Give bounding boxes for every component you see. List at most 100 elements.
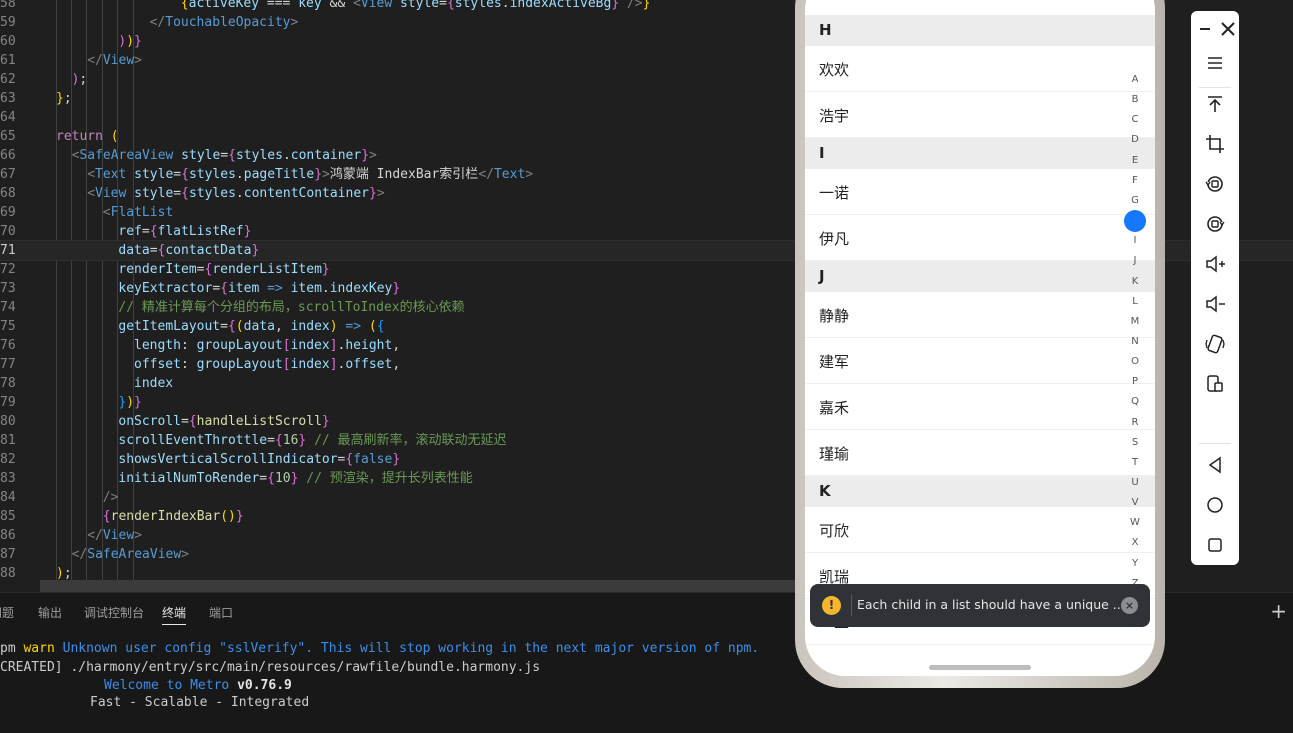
index-letter-e[interactable]: E — [1127, 155, 1143, 166]
line-number: 63 — [0, 91, 16, 106]
index-letter-f[interactable]: F — [1127, 175, 1143, 186]
rotate-right-icon[interactable] — [1203, 212, 1227, 236]
index-letter-l[interactable]: L — [1127, 296, 1143, 307]
index-letter-p[interactable]: P — [1127, 376, 1143, 387]
list-item[interactable]: 伊凡 — [805, 215, 1155, 261]
section-letter: J — [819, 267, 825, 285]
index-letter-i[interactable]: I — [1127, 235, 1143, 246]
index-letter-k[interactable]: K — [1127, 276, 1143, 287]
line-number: 76 — [0, 338, 16, 353]
list-item[interactable]: 瑾瑜 — [805, 430, 1155, 476]
minimize-icon[interactable] — [1194, 17, 1214, 37]
list-item[interactable]: 欢欢 — [805, 46, 1155, 92]
line-number: 72 — [0, 262, 16, 277]
list-item[interactable]: 嘉禾 — [805, 384, 1155, 430]
line-number: 65 — [0, 129, 16, 144]
warning-toast[interactable]: ! Each child in a list should have a uni… — [810, 584, 1150, 627]
tab-terminal[interactable]: 终端 — [162, 604, 187, 625]
rotate-left-icon[interactable] — [1203, 172, 1227, 196]
line-number: 58 — [0, 0, 16, 11]
line-number: 74 — [0, 300, 16, 315]
index-letter-u[interactable]: U — [1127, 477, 1143, 488]
section-letter: I — [819, 144, 825, 162]
list-item[interactable]: 建军 — [805, 338, 1155, 384]
line-number: 71 — [0, 243, 16, 258]
home-icon[interactable] — [1203, 493, 1227, 517]
code-text: length: groupLayout[index].height, — [134, 338, 401, 353]
tab-problems[interactable]: 问题 — [0, 604, 14, 621]
home-indicator[interactable] — [929, 665, 1031, 670]
index-letter-c[interactable]: C — [1127, 114, 1143, 125]
terminal-warn-message: Unknown user config "sslVerify". This wi… — [62, 641, 760, 656]
contact-list[interactable]: H欢欢浩宇I一诺伊凡J静静建军嘉禾瑾瑜K可欣凯瑞一二 — [805, 0, 1155, 676]
index-letter-g[interactable]: G — [1127, 195, 1143, 206]
list-item[interactable]: 可欣 — [805, 507, 1155, 553]
line-number: 67 — [0, 167, 16, 182]
back-icon[interactable] — [1203, 453, 1227, 477]
index-letter-o[interactable]: O — [1127, 356, 1143, 367]
menu-icon[interactable] — [1203, 51, 1227, 75]
section-header-j: J — [805, 261, 1155, 292]
terminal-text: pm — [0, 641, 16, 656]
code-text: }; — [56, 91, 72, 106]
index-letter-x[interactable]: X — [1127, 537, 1143, 548]
contact-name: 静静 — [819, 307, 850, 325]
toolbar-divider — [1199, 443, 1231, 444]
toast-close-icon[interactable]: × — [1121, 597, 1138, 614]
code-text: <View style={styles.contentContainer}> — [87, 186, 385, 201]
tab-ports[interactable]: 端口 — [209, 604, 233, 621]
pin-top-icon[interactable] — [1203, 92, 1227, 116]
code-text: ref={flatListRef} — [118, 224, 252, 239]
index-letter-v[interactable]: V — [1127, 497, 1143, 508]
recent-apps-icon[interactable] — [1203, 533, 1227, 557]
code-text: scrollEventThrottle={16} // 最高刷新率，滚动联动无延… — [118, 433, 507, 448]
line-number: 61 — [0, 53, 16, 68]
terminal-line: Welcome to Metro v0.76.9 — [104, 678, 292, 693]
index-letter-t[interactable]: T — [1127, 457, 1143, 468]
toolbar-divider — [1199, 87, 1231, 88]
terminal-warn: warn — [15, 641, 63, 656]
close-icon[interactable] — [1216, 17, 1236, 37]
code-text: </View> — [87, 528, 142, 543]
code-text: keyExtractor={item => item.indexKey} — [118, 281, 401, 296]
index-letter-w[interactable]: W — [1127, 517, 1143, 528]
index-active-indicator — [1124, 210, 1146, 232]
contact-name: 嘉禾 — [819, 399, 850, 417]
index-letter-j[interactable]: J — [1127, 255, 1143, 266]
code-text: offset: groupLayout[index].offset, — [134, 357, 401, 372]
horizontal-scrollbar[interactable] — [40, 580, 810, 592]
line-number: 60 — [0, 34, 16, 49]
volume-up-icon[interactable] — [1203, 252, 1227, 276]
code-text: showsVerticalScrollIndicator={false} — [118, 452, 401, 467]
shake-icon[interactable] — [1203, 332, 1227, 356]
list-item[interactable]: 一诺 — [805, 169, 1155, 215]
tab-debug-console[interactable]: 调试控制台 — [84, 604, 144, 621]
line-number: 80 — [0, 414, 16, 429]
index-letter-q[interactable]: Q — [1127, 396, 1143, 407]
index-letter-r[interactable]: R — [1127, 417, 1143, 428]
index-letter-n[interactable]: N — [1127, 336, 1143, 347]
code-text: })} — [118, 395, 142, 410]
section-header-h: H — [805, 15, 1155, 46]
list-item[interactable]: 静静 — [805, 292, 1155, 338]
tab-output[interactable]: 输出 — [38, 604, 62, 621]
code-text: ); — [71, 72, 88, 87]
toast-message[interactable]: Each child in a list should have a uniqu… — [857, 597, 1125, 612]
volume-down-icon[interactable] — [1203, 292, 1227, 316]
screenshot-icon[interactable] — [1203, 372, 1227, 396]
code-text: </View> — [87, 53, 142, 68]
index-letter-s[interactable]: S — [1127, 437, 1143, 448]
new-terminal-button[interactable]: + — [1270, 599, 1287, 623]
index-letter-d[interactable]: D — [1127, 134, 1143, 145]
line-number: 88 — [0, 566, 16, 580]
index-letter-b[interactable]: B — [1127, 94, 1143, 105]
index-letter-m[interactable]: M — [1127, 316, 1143, 327]
code-text: getItemLayout={(data, index) => ({ — [118, 319, 385, 334]
line-number: 70 — [0, 224, 16, 239]
phone-screen[interactable]: H欢欢浩宇I一诺伊凡J静静建军嘉禾瑾瑜K可欣凯瑞一二 ABCDEFGIJKLMN… — [805, 0, 1155, 676]
index-letter-a[interactable]: A — [1127, 74, 1143, 85]
index-letter-y[interactable]: Y — [1127, 558, 1143, 569]
list-item[interactable]: 浩宇 — [805, 92, 1155, 138]
code-text: renderItem={renderListItem} — [118, 262, 330, 277]
crop-icon[interactable] — [1203, 132, 1227, 156]
